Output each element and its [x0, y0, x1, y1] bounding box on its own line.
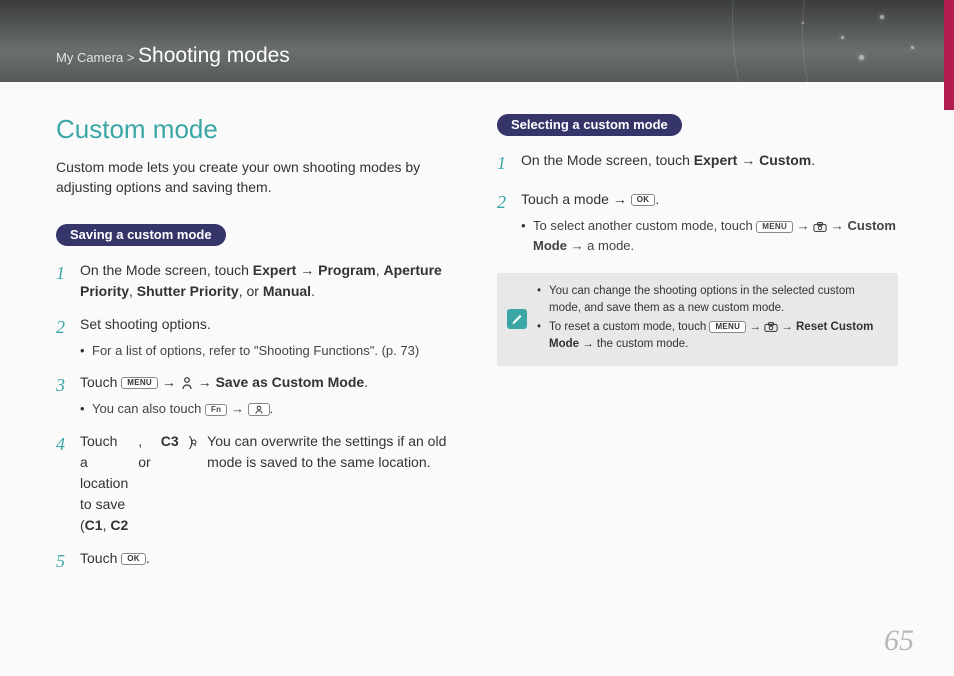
page-title: Custom mode: [56, 114, 457, 145]
step-number: 1: [497, 150, 511, 177]
step-body: Touch a location to save (C1, C2: [80, 431, 128, 536]
section-pill-selecting: Selecting a custom mode: [497, 114, 682, 136]
camera-settings-icon: [764, 320, 778, 334]
step-2: 2 Touch a mode → OK. To select another c…: [497, 189, 898, 255]
selecting-steps: 1 On the Mode screen, touch Expert → Cus…: [497, 150, 898, 255]
step-number: 3: [56, 372, 70, 419]
fn-button-icon: Fn: [205, 404, 227, 416]
step-4: 4 Touch a location to save (C1, C2, or C…: [56, 431, 457, 536]
note-box: You can change the shooting options in t…: [497, 273, 898, 366]
step-2: 2 Set shooting options. For a list of op…: [56, 314, 457, 361]
step-number: 2: [497, 189, 511, 255]
step-number: 5: [56, 548, 70, 575]
breadcrumb-sep: >: [127, 50, 135, 65]
step-5: 5 Touch OK.: [56, 548, 457, 575]
step-1: 1 On the Mode screen, touch Expert → Cus…: [497, 150, 898, 177]
note-item: To reset a custom mode, touch MENU → → R…: [537, 319, 886, 352]
breadcrumb-root: My Camera: [56, 50, 123, 65]
substep: To select another custom mode, touch MEN…: [521, 216, 898, 255]
step-body: Touch a mode → OK. To select another cus…: [521, 189, 898, 255]
note-list: You can change the shooting options in t…: [537, 273, 898, 366]
page-number: 65: [884, 624, 914, 658]
content-area: Custom mode Custom mode lets you create …: [0, 82, 954, 587]
intro-text: Custom mode lets you create your own sho…: [56, 157, 457, 198]
note-icon: [497, 273, 537, 366]
saving-steps: 1 On the Mode screen, touch Expert → Pro…: [56, 260, 457, 575]
step-body: Set shooting options. For a list of opti…: [80, 314, 457, 361]
page-header: My Camera > Shooting modes: [0, 0, 954, 82]
right-column: Selecting a custom mode 1 On the Mode sc…: [497, 114, 898, 587]
step-body: On the Mode screen, touch Expert → Progr…: [80, 260, 457, 302]
ok-button-icon: OK: [631, 194, 656, 206]
menu-button-icon: MENU: [756, 221, 793, 233]
accent-bar: [944, 0, 954, 110]
step-number: 4: [56, 431, 70, 536]
step-body: Touch MENU → → Save as Custom Mode. You …: [80, 372, 457, 419]
step-body: On the Mode screen, touch Expert → Custo…: [521, 150, 898, 177]
substep: You can also touch Fn → .: [80, 399, 457, 419]
menu-button-icon: MENU: [121, 377, 158, 389]
header-decoration: [654, 0, 954, 82]
breadcrumb-section: Shooting modes: [138, 44, 290, 67]
substep: You can overwrite the settings if an old…: [207, 431, 457, 473]
section-pill-saving: Saving a custom mode: [56, 224, 226, 246]
note-item: You can change the shooting options in t…: [537, 283, 886, 316]
user-save-icon: [248, 403, 270, 416]
step-number: 2: [56, 314, 70, 361]
user-mode-icon: [180, 376, 194, 390]
step-body: Touch OK.: [80, 548, 457, 575]
left-column: Custom mode Custom mode lets you create …: [56, 114, 457, 587]
camera-settings-icon: [813, 220, 827, 234]
step-number: 1: [56, 260, 70, 302]
ok-button-icon: OK: [121, 553, 146, 565]
breadcrumb: My Camera > Shooting modes: [56, 44, 290, 68]
substep: For a list of options, refer to "Shootin…: [80, 341, 457, 361]
step-1: 1 On the Mode screen, touch Expert → Pro…: [56, 260, 457, 302]
step-3: 3 Touch MENU → → Save as Custom Mode. Yo…: [56, 372, 457, 419]
menu-button-icon: MENU: [709, 321, 746, 333]
